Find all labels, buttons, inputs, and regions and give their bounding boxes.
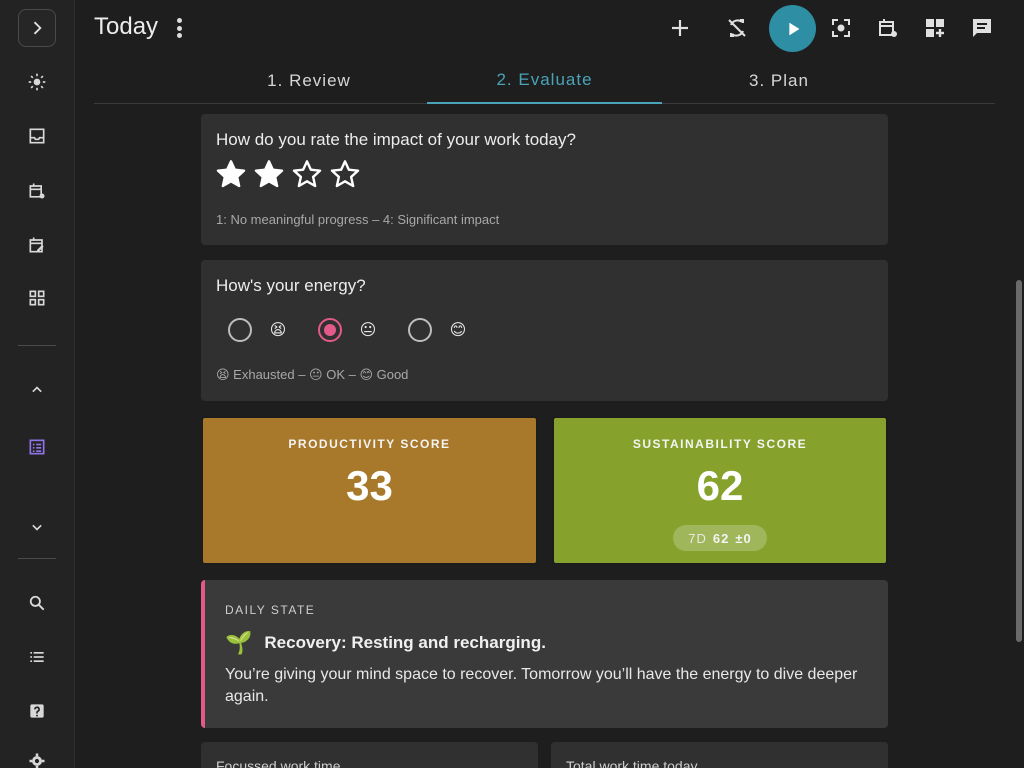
trend-period: 7D — [688, 530, 707, 546]
daily-state-headline-row: 🌱 Recovery: Resting and recharging. — [225, 630, 546, 656]
sidebar-item-planner[interactable] — [18, 226, 56, 264]
impact-rating-card: How do you rate the impact of your work … — [201, 114, 888, 245]
calendar-sun-icon — [879, 19, 897, 37]
plus-icon — [672, 20, 688, 36]
sidebar-toggle-button[interactable] — [18, 9, 56, 47]
energy-radio-2[interactable] — [408, 318, 432, 342]
energy-emoji-0: 😫 — [269, 322, 287, 339]
sync-off-icon — [728, 19, 746, 37]
calendar-edit-icon — [29, 237, 44, 253]
energy-hint: 😫 Exhausted – 😐 OK – 😊 Good — [216, 367, 409, 382]
focussed-time-card: Focussed work time — [201, 742, 538, 768]
schedule-button[interactable] — [870, 10, 906, 46]
sustainability-trend-badge: 7D 62 ±0 — [673, 525, 767, 551]
add-task-button[interactable] — [662, 10, 698, 46]
sidebar-item-list[interactable] — [18, 638, 56, 676]
sidebar-divider — [18, 558, 56, 559]
notes-button[interactable] — [964, 10, 1000, 46]
energy-radio-0[interactable] — [228, 318, 252, 342]
energy-question: How's your energy? — [216, 276, 366, 295]
grid-icon — [29, 290, 45, 306]
tab-review[interactable]: 1. Review — [190, 58, 428, 103]
gear-icon — [29, 753, 45, 768]
dashboard-add-icon — [926, 19, 944, 37]
list-icon — [30, 652, 44, 662]
daily-state-headline: Recovery: Resting and recharging. — [264, 633, 546, 652]
calendar-sun-icon — [29, 183, 45, 199]
energy-emoji-2: 😊 — [449, 322, 467, 339]
focus-icon — [832, 19, 850, 37]
app-root: Today 1. Review 2. Evaluate 3. Plan How — [0, 0, 1024, 768]
daily-state-card: DAILY STATE 🌱 Recovery: Resting and rech… — [201, 580, 888, 728]
chevron-up-icon — [32, 386, 42, 393]
sidebar-item-search[interactable] — [18, 584, 56, 622]
page-title: Today — [94, 13, 159, 40]
sidebar-item-help[interactable] — [18, 692, 56, 730]
help-icon — [30, 704, 44, 718]
sustainability-score-value: 62 — [696, 462, 744, 509]
focussed-time-label: Focussed work time — [216, 758, 341, 768]
sidebar-item-settings[interactable] — [18, 742, 56, 768]
scrollbar-thumb[interactable] — [1016, 280, 1022, 642]
add-widget-button[interactable] — [917, 10, 953, 46]
search-icon — [29, 595, 45, 611]
tab-plan[interactable]: 3. Plan — [662, 58, 896, 103]
daily-state-caption: DAILY STATE — [225, 603, 316, 617]
star-outline-icon[interactable] — [329, 158, 361, 190]
sidebar-item-project[interactable] — [18, 428, 56, 466]
comment-icon — [973, 19, 991, 37]
seedling-icon: 🌱 — [225, 630, 253, 655]
chevron-down-icon — [32, 524, 42, 531]
total-time-card: Total work time today — [551, 742, 888, 768]
chevron-right-icon — [33, 21, 42, 35]
sync-disabled-button[interactable] — [719, 10, 755, 46]
sidebar-item-today[interactable] — [18, 63, 56, 101]
energy-options: 😫 😐 😊 — [228, 318, 498, 342]
productivity-score-label: PRODUCTIVITY SCORE — [288, 437, 451, 451]
sidebar-item-inbox[interactable] — [18, 117, 56, 155]
star-filled-icon[interactable] — [253, 158, 285, 190]
sidebar-item-boards[interactable] — [18, 279, 56, 317]
energy-emoji-1: 😐 — [359, 322, 377, 339]
sidebar-item-schedule[interactable] — [18, 172, 56, 210]
sidebar-divider — [18, 345, 56, 346]
play-button[interactable] — [769, 5, 816, 52]
sustainability-score-label: SUSTAINABILITY SCORE — [632, 437, 808, 451]
trend-delta: ±0 — [735, 530, 752, 546]
star-outline-icon[interactable] — [291, 158, 323, 190]
list-box-icon — [29, 439, 45, 455]
star-filled-icon[interactable] — [215, 158, 247, 190]
productivity-score-card: PRODUCTIVITY SCORE 33 — [201, 416, 538, 565]
trend-value: 62 — [712, 530, 730, 546]
total-time-label: Total work time today — [566, 758, 698, 768]
star-rating — [215, 158, 361, 190]
sidebar-expand-down-button[interactable] — [18, 508, 56, 546]
inbox-icon — [29, 128, 45, 144]
top-bar: Today — [75, 0, 1024, 58]
more-menu-button[interactable] — [169, 16, 189, 40]
daily-state-body: You’re giving your mind space to recover… — [225, 666, 858, 705]
impact-hint: 1: No meaningful progress – 4: Significa… — [216, 212, 500, 227]
sustainability-score-card: SUSTAINABILITY SCORE 62 7D 62 ±0 — [552, 416, 888, 565]
energy-radio-1[interactable] — [318, 318, 342, 342]
sun-icon — [28, 73, 46, 91]
play-icon — [788, 22, 799, 35]
productivity-score-value: 33 — [346, 462, 393, 509]
stepper-tabs: 1. Review 2. Evaluate 3. Plan — [94, 58, 995, 104]
energy-card: How's your energy? 😫 😐 😊 😫 Exhausted – 😐 O… — [201, 260, 888, 401]
impact-question: How do you rate the impact of your work … — [216, 130, 577, 149]
sidebar — [0, 0, 75, 768]
tab-evaluate[interactable]: 2. Evaluate — [427, 58, 662, 104]
focus-mode-button[interactable] — [823, 10, 859, 46]
sidebar-collapse-up-button[interactable] — [18, 371, 56, 409]
